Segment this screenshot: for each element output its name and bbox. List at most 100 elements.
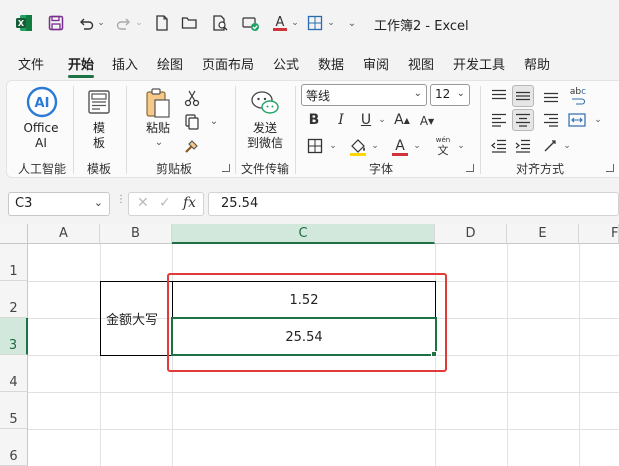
group-label-ai: 人工智能 (18, 162, 67, 176)
fill-color-icon[interactable] (347, 136, 369, 158)
wrap-text-icon[interactable]: abc (566, 84, 590, 108)
font-name-dropdown-icon[interactable]: ⌄ (414, 88, 422, 99)
customize-toolbar-icon[interactable]: ⌄ (346, 12, 358, 34)
spell-check-icon[interactable] (240, 12, 262, 34)
name-box-dropdown-icon[interactable]: ⌄ (94, 196, 103, 209)
column-header-b[interactable]: B (100, 224, 172, 244)
orientation-icon[interactable] (540, 136, 562, 156)
cell-b2[interactable]: 金额大写 (100, 281, 173, 356)
row-header-3[interactable]: 3 (0, 318, 28, 355)
print-preview-icon[interactable] (210, 12, 230, 34)
new-file-icon[interactable] (152, 12, 172, 34)
undo-dropdown-icon[interactable]: ⌄ (96, 12, 106, 34)
column-header-a[interactable]: A (28, 224, 100, 244)
office-ai-icon[interactable]: AI (26, 86, 58, 118)
format-painter-icon[interactable] (182, 136, 202, 156)
cancel-icon[interactable]: ✕ (137, 195, 149, 211)
save-icon[interactable] (46, 12, 66, 34)
align-right-icon[interactable] (540, 110, 562, 130)
alignment-launcher-icon[interactable] (606, 164, 614, 172)
column-header-d[interactable]: D (435, 224, 507, 244)
paste-dropdown-icon[interactable]: ⌄ (152, 136, 166, 148)
phonetic-dropdown-icon[interactable]: ⌄ (456, 139, 466, 153)
font-size-dropdown-icon[interactable]: ⌄ (457, 88, 465, 99)
open-folder-icon[interactable] (180, 12, 200, 34)
copy-dropdown-icon[interactable]: ⌄ (208, 114, 220, 128)
borders-quick-dropdown-icon[interactable]: ⌄ (326, 12, 336, 34)
decrease-font-size-button[interactable]: A ▼ (420, 112, 434, 130)
template-icon[interactable] (86, 88, 112, 116)
merge-center-icon[interactable] (566, 110, 588, 130)
redo-icon[interactable] (114, 12, 134, 34)
tab-draw[interactable]: 绘图 (157, 54, 183, 73)
enter-icon[interactable]: ✓ (159, 195, 171, 211)
borders-dropdown-icon[interactable]: ⌄ (328, 139, 338, 153)
font-name-select[interactable]: 等线 ⌄ (301, 84, 427, 106)
underline-dropdown-icon[interactable]: ⌄ (377, 113, 387, 127)
tab-insert[interactable]: 插入 (112, 54, 138, 73)
tab-review[interactable]: 审阅 (363, 54, 389, 73)
tab-view[interactable]: 视图 (408, 54, 434, 73)
cut-icon[interactable] (182, 88, 202, 108)
excel-logo-icon: X (14, 12, 34, 34)
row-header-1[interactable]: 1 (0, 244, 28, 281)
row-header-2[interactable]: 2 (0, 281, 28, 318)
bold-button[interactable]: B (305, 111, 323, 129)
copy-icon[interactable] (182, 112, 202, 132)
paste-label[interactable]: 粘贴 (142, 121, 174, 136)
increase-indent-icon[interactable] (512, 136, 534, 156)
send-to-wechat-label[interactable]: 发送 到微信 (244, 121, 286, 151)
font-color-dropdown-icon[interactable]: ⌄ (412, 139, 422, 153)
increase-font-size-button[interactable]: A ▲ (394, 111, 410, 129)
gridline (28, 392, 619, 393)
font-launcher-icon[interactable] (466, 164, 474, 172)
borders-quick-icon[interactable] (304, 12, 326, 34)
italic-button[interactable]: I (332, 111, 350, 129)
align-top-icon[interactable] (488, 86, 510, 106)
formula-bar-splitter-icon[interactable]: ⋮ (116, 195, 126, 211)
tab-file[interactable]: 文件 (18, 54, 44, 73)
row-header-5[interactable]: 5 (0, 392, 28, 429)
undo-icon[interactable] (76, 12, 96, 34)
paste-icon[interactable] (144, 86, 172, 120)
formula-input[interactable]: 25.54 (208, 192, 619, 216)
redo-dropdown-icon[interactable]: ⌄ (134, 12, 144, 34)
tab-page-layout[interactable]: 页面布局 (202, 54, 254, 73)
align-middle-icon[interactable] (512, 86, 534, 106)
row-header-4[interactable]: 4 (0, 355, 28, 392)
orientation-dropdown-icon[interactable]: ⌄ (562, 139, 572, 153)
fill-color-dropdown-icon[interactable]: ⌄ (370, 139, 380, 153)
borders-icon[interactable] (305, 136, 325, 156)
insert-function-icon[interactable]: fx (183, 195, 196, 211)
font-color-quick-dropdown-icon[interactable]: ⌄ (290, 12, 300, 34)
merge-dropdown-icon[interactable]: ⌄ (592, 113, 604, 127)
tab-formulas[interactable]: 公式 (273, 54, 299, 73)
font-color-icon[interactable]: A (389, 136, 411, 158)
row-header-6[interactable]: 6 (0, 429, 28, 466)
clipboard-launcher-icon[interactable] (222, 164, 230, 172)
column-header-f[interactable]: F (579, 224, 619, 244)
wechat-send-icon[interactable] (250, 88, 280, 118)
decrease-indent-icon[interactable] (488, 136, 510, 156)
select-all-corner[interactable] (0, 224, 28, 244)
office-ai-label[interactable]: Office AI (18, 121, 64, 151)
font-color-quick-icon[interactable]: A (270, 12, 290, 34)
tab-home[interactable]: 开始 (68, 54, 94, 73)
group-label-file-transfer: 文件传输 (241, 162, 290, 176)
font-color-swatch (392, 152, 408, 156)
name-box[interactable]: C3 ⌄ (8, 192, 110, 216)
font-size-select[interactable]: 12 ⌄ (430, 84, 470, 106)
align-left-icon[interactable] (488, 110, 510, 130)
column-header-c[interactable]: C (172, 224, 435, 244)
group-separator (235, 86, 236, 174)
align-bottom-icon[interactable] (540, 86, 562, 106)
column-header-e[interactable]: E (507, 224, 579, 244)
underline-button[interactable]: U (357, 111, 375, 129)
template-label[interactable]: 模板 (86, 121, 112, 151)
title-bar: X ⌄ ⌄ A ⌄ ⌄ ⌄ 工作簿2 - Excel (0, 0, 619, 46)
align-center-icon[interactable] (512, 110, 534, 130)
tab-data[interactable]: 数据 (318, 54, 344, 73)
tab-developer[interactable]: 开发工具 (453, 54, 505, 73)
tab-help[interactable]: 帮助 (524, 54, 550, 73)
phonetic-guide-icon[interactable]: wén 文 (432, 134, 454, 158)
